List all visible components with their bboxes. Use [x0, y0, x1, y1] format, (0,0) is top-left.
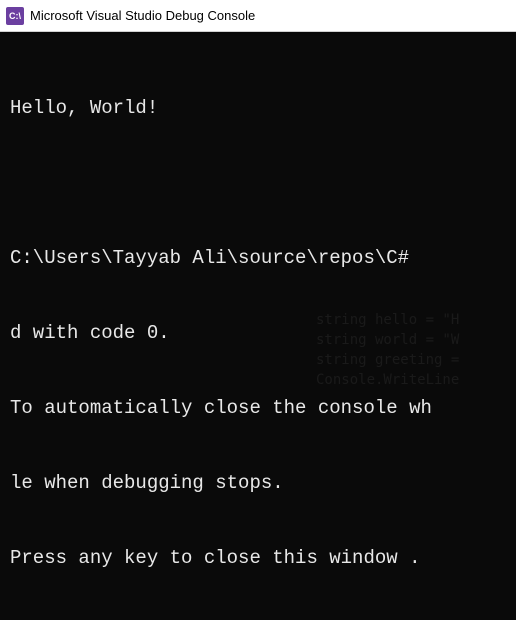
console-line: d with code 0.: [10, 321, 514, 346]
console-line: To automatically close the console wh: [10, 396, 514, 421]
console-line: Hello, World!: [10, 96, 514, 121]
console-output[interactable]: Hello, World! C:\Users\Tayyab Ali\source…: [0, 32, 516, 596]
console-blank-line: [10, 171, 514, 196]
console-line: C:\Users\Tayyab Ali\source\repos\C#: [10, 246, 514, 271]
window-title: Microsoft Visual Studio Debug Console: [30, 8, 255, 23]
console-line: Press any key to close this window .: [10, 546, 514, 571]
app-icon-label: C:\: [9, 11, 21, 21]
app-icon: C:\: [6, 7, 24, 25]
window-titlebar[interactable]: C:\ Microsoft Visual Studio Debug Consol…: [0, 0, 516, 32]
console-line: le when debugging stops.: [10, 471, 514, 496]
